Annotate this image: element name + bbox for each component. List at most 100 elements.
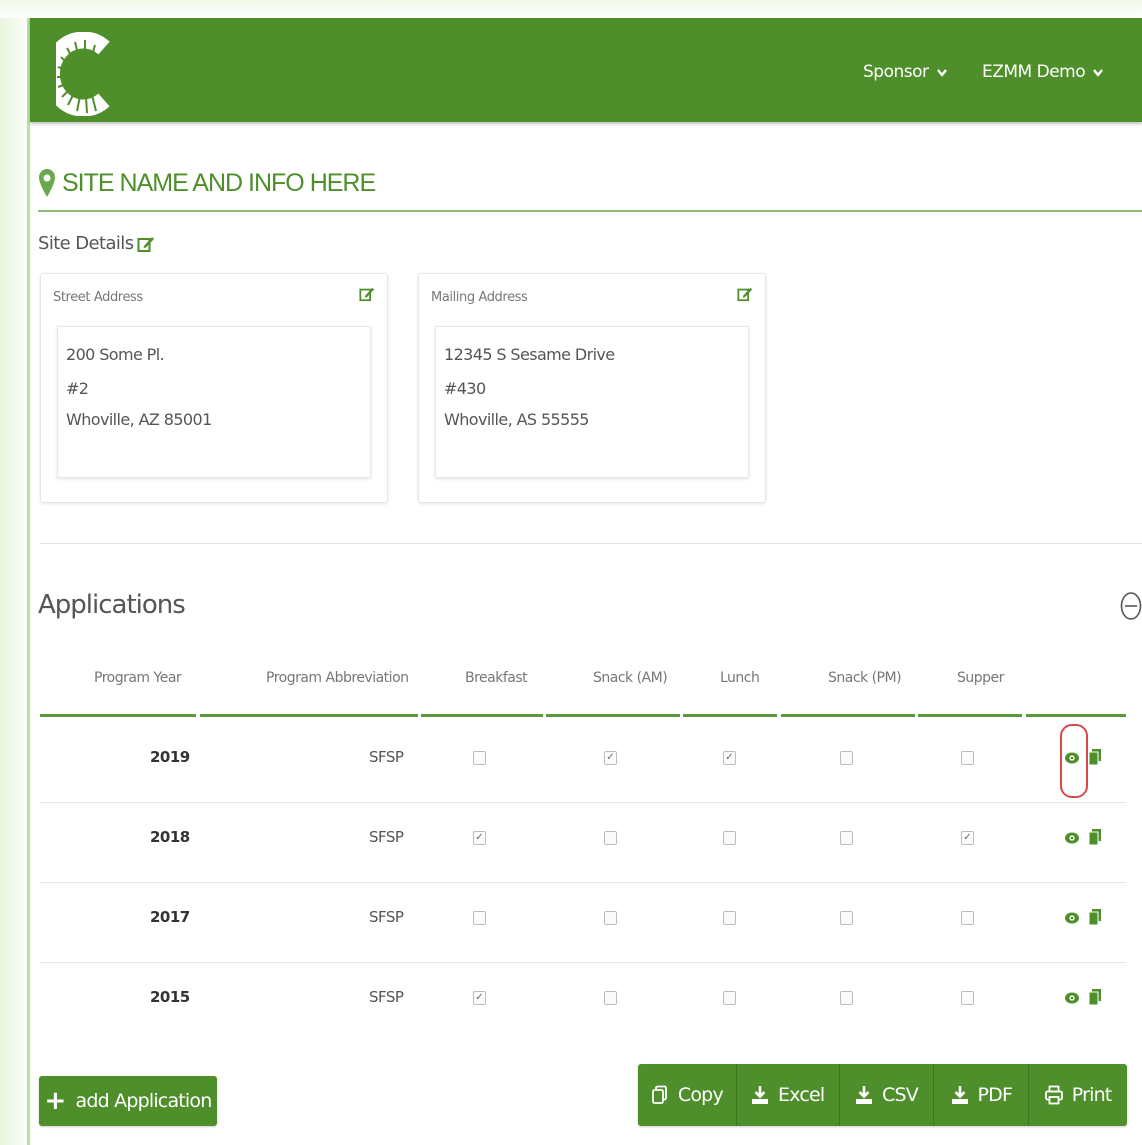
copy-record-icon[interactable]	[1088, 748, 1102, 766]
nav-user-dropdown[interactable]: EZMM Demo	[982, 62, 1105, 82]
meal-checkbox-checked[interactable]: ✓	[473, 831, 486, 845]
meal-checkbox[interactable]	[840, 911, 853, 925]
meal-checkbox[interactable]	[961, 911, 974, 925]
copy-button[interactable]: Copy	[638, 1064, 737, 1126]
nav-sponsor-dropdown[interactable]: Sponsor	[863, 62, 949, 82]
meal-checkbox-checked[interactable]: ✓	[961, 831, 974, 845]
meal-checkbox[interactable]	[961, 991, 974, 1005]
app-window: Sponsor EZMM Demo SITE NAME AND INFO HER…	[30, 18, 1142, 1145]
cell-program-year: 2017	[150, 908, 190, 926]
copy-record-icon[interactable]	[1088, 988, 1102, 1006]
column-header-underline	[421, 714, 543, 717]
mailing-address-label: Mailing Address	[431, 290, 528, 305]
meal-checkbox[interactable]	[723, 831, 736, 845]
print-label: Print	[1071, 1084, 1113, 1106]
cell-program-year: 2019	[150, 748, 190, 766]
column-header-underline	[40, 714, 196, 717]
plus-icon: +	[44, 1086, 67, 1116]
cell-program-abbreviation: SFSP	[369, 908, 404, 926]
row-divider	[40, 802, 1126, 803]
mailing-address-box: 12345 S Sesame Drive #430 Whoville, AS 5…	[435, 326, 749, 478]
print-button[interactable]: Print	[1029, 1064, 1127, 1126]
column-header-underline	[200, 714, 418, 717]
column-header-breakfast[interactable]: Breakfast	[465, 670, 528, 686]
column-header-program-year[interactable]: Program Year	[94, 670, 182, 686]
view-eye-icon[interactable]	[1064, 910, 1080, 926]
collapse-minus-icon[interactable]	[1120, 591, 1142, 621]
meal-checkbox[interactable]	[604, 911, 617, 925]
meal-checkbox[interactable]	[840, 831, 853, 845]
mailing-address-line2: #430	[444, 379, 486, 398]
print-icon	[1044, 1085, 1063, 1105]
meal-checkbox[interactable]	[473, 911, 486, 925]
add-application-button[interactable]: + add Application	[39, 1076, 217, 1126]
copy-record-icon[interactable]	[1088, 828, 1102, 846]
site-details-label: Site Details	[38, 233, 134, 254]
mailing-address-line3: Whoville, AS 55555	[444, 410, 589, 429]
mailing-address-line1: 12345 S Sesame Drive	[444, 345, 615, 364]
excel-button[interactable]: Excel	[737, 1064, 840, 1126]
view-eye-icon[interactable]	[1064, 990, 1080, 1006]
pdf-label: PDF	[977, 1084, 1013, 1106]
street-address-label: Street Address	[53, 290, 143, 305]
highlight-annotation	[1060, 724, 1088, 798]
nav-user-label: EZMM Demo	[982, 62, 1086, 82]
download-icon	[752, 1086, 769, 1104]
edit-icon[interactable]	[359, 286, 375, 302]
column-header-underline	[683, 714, 777, 717]
view-eye-icon[interactable]	[1064, 830, 1080, 846]
site-title-row: SITE NAME AND INFO HERE	[38, 168, 376, 198]
chevron-down-icon	[936, 69, 947, 77]
column-header-snack-pm[interactable]: Snack (PM)	[828, 670, 902, 686]
edit-icon[interactable]	[737, 286, 753, 302]
copy-record-icon[interactable]	[1088, 908, 1102, 926]
column-header-underline	[546, 714, 680, 717]
meal-checkbox[interactable]	[604, 991, 617, 1005]
title-divider	[38, 210, 1142, 212]
download-icon	[951, 1086, 968, 1104]
column-header-supper[interactable]: Supper	[957, 670, 1004, 686]
column-header-underline	[918, 714, 1022, 717]
site-details-header: Site Details	[38, 233, 155, 254]
street-address-box: 200 Some Pl. #2 Whoville, AZ 85001	[57, 326, 371, 478]
app-logo[interactable]	[56, 32, 114, 116]
mailing-address-card: Mailing Address 12345 S Sesame Drive #43…	[418, 273, 766, 503]
street-address-line1: 200 Some Pl.	[66, 345, 165, 364]
csv-label: CSV	[882, 1084, 919, 1106]
copy-label: Copy	[677, 1084, 724, 1106]
column-header-snack-am[interactable]: Snack (AM)	[593, 670, 668, 686]
column-header-lunch[interactable]: Lunch	[720, 670, 760, 686]
chevron-down-icon	[1093, 69, 1104, 77]
copy-icon	[651, 1085, 667, 1104]
excel-label: Excel	[778, 1084, 825, 1106]
meal-checkbox-checked[interactable]: ✓	[604, 751, 617, 765]
meal-checkbox[interactable]	[840, 751, 853, 765]
cell-program-abbreviation: SFSP	[369, 988, 404, 1006]
meal-checkbox[interactable]	[961, 751, 974, 765]
cell-program-year: 2015	[150, 988, 190, 1006]
top-navbar: Sponsor EZMM Demo	[30, 18, 1142, 122]
nav-sponsor-label: Sponsor	[863, 62, 929, 82]
meal-checkbox[interactable]	[723, 911, 736, 925]
meal-checkbox[interactable]	[473, 751, 486, 765]
meal-checkbox[interactable]	[723, 991, 736, 1005]
meal-checkbox[interactable]	[604, 831, 617, 845]
column-header-program-abbreviation[interactable]: Program Abbreviation	[266, 670, 409, 686]
meal-checkbox-checked[interactable]: ✓	[473, 991, 486, 1005]
page-title: SITE NAME AND INFO HERE	[62, 168, 376, 197]
meal-checkbox[interactable]	[840, 991, 853, 1005]
cell-program-abbreviation: SFSP	[369, 828, 404, 846]
pdf-button[interactable]: PDF	[934, 1064, 1030, 1126]
frame-glow-top	[0, 0, 1142, 18]
csv-button[interactable]: CSV	[840, 1064, 935, 1126]
column-header-underline	[781, 714, 915, 717]
section-divider	[40, 543, 1142, 544]
applications-title: Applications	[38, 590, 186, 620]
frame-glow	[0, 0, 30, 1145]
map-pin-icon	[39, 169, 55, 197]
edit-icon[interactable]	[137, 235, 155, 253]
cell-program-year: 2018	[150, 828, 190, 846]
export-button-group: Copy Excel CSV PDF Print	[638, 1064, 1127, 1126]
cell-program-abbreviation: SFSP	[369, 748, 404, 766]
meal-checkbox-checked[interactable]: ✓	[723, 751, 736, 765]
